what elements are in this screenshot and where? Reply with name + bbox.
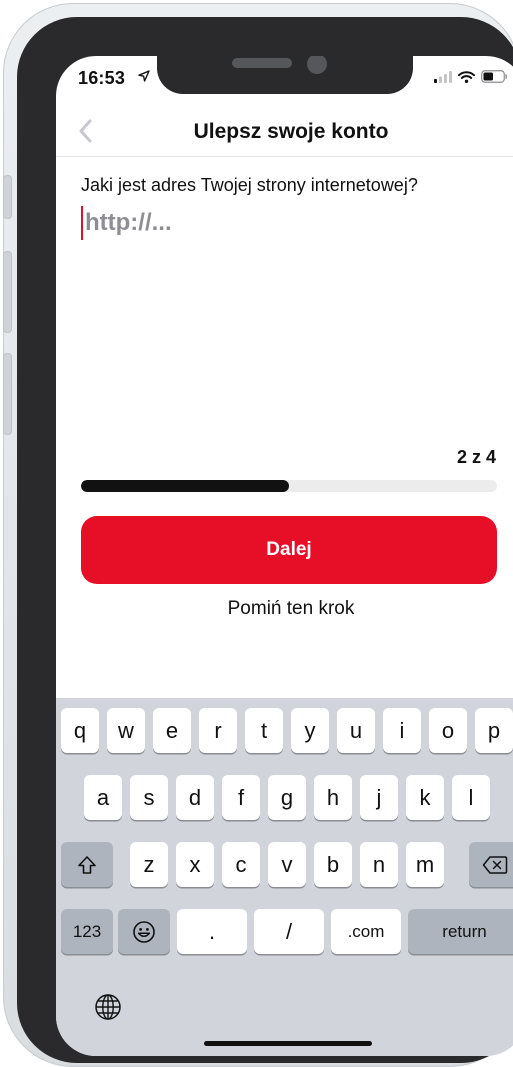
speaker-grille bbox=[232, 58, 292, 68]
location-arrow-icon bbox=[138, 70, 150, 82]
emoji-icon bbox=[133, 920, 155, 943]
next-button[interactable]: Dalej bbox=[81, 516, 497, 584]
key-f[interactable]: f bbox=[222, 775, 260, 820]
key-k[interactable]: k bbox=[406, 775, 444, 820]
home-indicator bbox=[204, 1041, 372, 1046]
key-o[interactable]: o bbox=[429, 708, 467, 753]
key-z[interactable]: z bbox=[130, 842, 168, 887]
status-icons bbox=[434, 70, 508, 83]
key-y[interactable]: y bbox=[291, 708, 329, 753]
key-j[interactable]: j bbox=[360, 775, 398, 820]
step-indicator: 2 z 4 bbox=[456, 447, 496, 467]
key-w[interactable]: w bbox=[107, 708, 145, 753]
phone-frame: 16:53 Ulepsz swoje konto Jaki jest adres… bbox=[3, 3, 513, 1067]
dotcom-key[interactable]: .com bbox=[331, 909, 401, 954]
progress-bar bbox=[81, 480, 497, 492]
wifi-icon bbox=[458, 70, 475, 83]
key-n[interactable]: n bbox=[360, 842, 398, 887]
status-time: 16:53 bbox=[78, 68, 126, 88]
numbers-key[interactable]: 123 bbox=[61, 909, 113, 954]
screen: 16:53 Ulepsz swoje konto Jaki jest adres… bbox=[56, 56, 513, 1056]
signal-icon bbox=[434, 70, 452, 83]
key-i[interactable]: i bbox=[383, 708, 421, 753]
key-x[interactable]: x bbox=[176, 842, 214, 887]
shift-key[interactable] bbox=[61, 842, 113, 887]
volume-up-button bbox=[3, 251, 12, 333]
backspace-key[interactable] bbox=[469, 842, 513, 887]
key-m[interactable]: m bbox=[406, 842, 444, 887]
key-d[interactable]: d bbox=[176, 775, 214, 820]
mute-switch bbox=[3, 175, 12, 219]
skip-step-link[interactable]: Pomiń ten krok bbox=[56, 598, 513, 620]
key-r[interactable]: r bbox=[199, 708, 237, 753]
key-p[interactable]: p bbox=[475, 708, 513, 753]
key-l[interactable]: l bbox=[452, 775, 490, 820]
key-g[interactable]: g bbox=[268, 775, 306, 820]
dot-key[interactable]: . bbox=[177, 909, 247, 954]
key-e[interactable]: e bbox=[153, 708, 191, 753]
notch bbox=[157, 56, 413, 94]
backspace-icon bbox=[482, 855, 508, 874]
website-question: Jaki jest adres Twojej strony internetow… bbox=[81, 175, 418, 195]
website-url-input[interactable] bbox=[85, 206, 485, 240]
key-q[interactable]: q bbox=[61, 708, 99, 753]
key-b[interactable]: b bbox=[314, 842, 352, 887]
front-camera bbox=[307, 56, 327, 74]
shift-icon bbox=[78, 855, 96, 874]
phone-bezel: 16:53 Ulepsz swoje konto Jaki jest adres… bbox=[17, 17, 513, 1063]
key-c[interactable]: c bbox=[222, 842, 260, 887]
key-h[interactable]: h bbox=[314, 775, 352, 820]
progress-bar-fill bbox=[81, 480, 289, 492]
key-s[interactable]: s bbox=[130, 775, 168, 820]
slash-key[interactable]: / bbox=[254, 909, 324, 954]
emoji-key[interactable] bbox=[118, 909, 170, 954]
globe-icon[interactable] bbox=[94, 993, 122, 1021]
key-t[interactable]: t bbox=[245, 708, 283, 753]
keyboard: q w e r t y u i o p a s d f g h j k l z … bbox=[56, 698, 513, 1056]
battery-icon bbox=[481, 70, 508, 83]
volume-down-button bbox=[3, 353, 12, 435]
page-title: Ulepsz swoje konto bbox=[193, 120, 389, 143]
key-u[interactable]: u bbox=[337, 708, 375, 753]
key-a[interactable]: a bbox=[84, 775, 122, 820]
return-key[interactable]: return bbox=[408, 909, 513, 954]
key-v[interactable]: v bbox=[268, 842, 306, 887]
navigation-bar: Ulepsz swoje konto bbox=[56, 108, 513, 157]
text-cursor bbox=[81, 206, 83, 240]
